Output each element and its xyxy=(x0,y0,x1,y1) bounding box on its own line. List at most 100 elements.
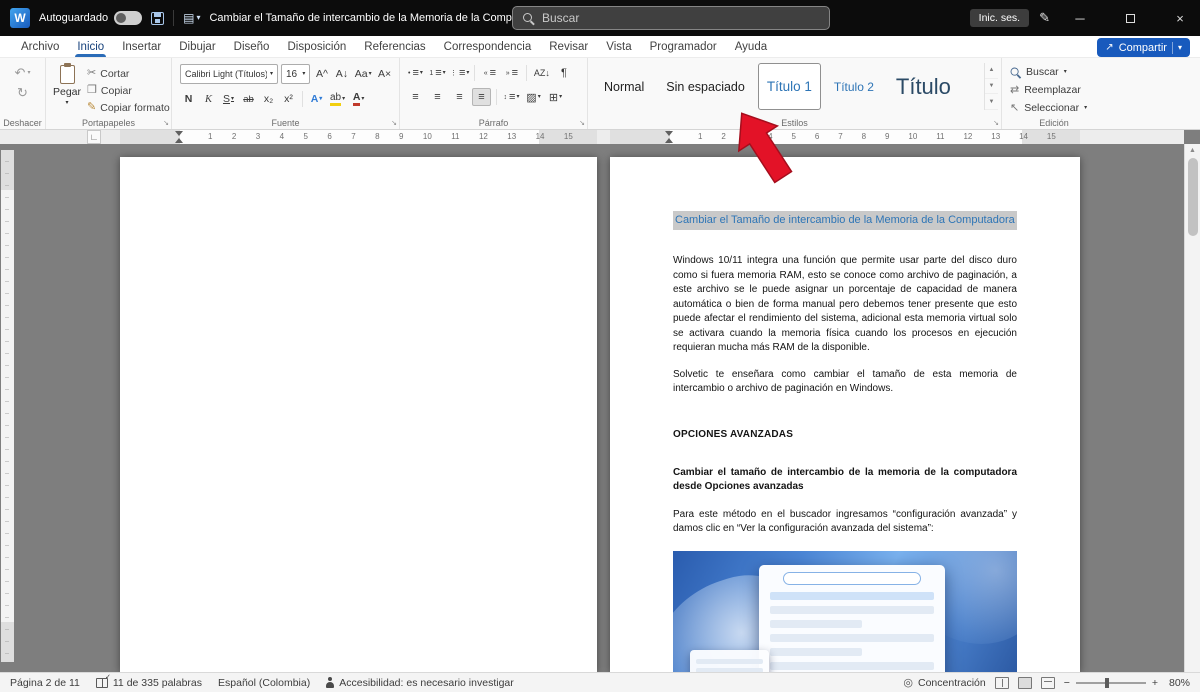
document-paragraph[interactable]: Solvetic te enseñara como cambiar el tam… xyxy=(673,368,1017,397)
subscript-button[interactable]: x₂ xyxy=(260,90,277,108)
ribbon-tab[interactable]: Correspondencia xyxy=(435,36,541,57)
document-paragraph[interactable]: Para este método en el buscador ingresam… xyxy=(673,508,1017,537)
ribbon-tab[interactable]: Insertar xyxy=(113,36,170,57)
print-layout-button[interactable] xyxy=(1017,676,1032,689)
paste-button[interactable]: Pegar ▾ xyxy=(53,63,81,115)
zoom-out-button[interactable]: − xyxy=(1064,677,1070,689)
document-paragraph-bold[interactable]: Cambiar el tamaño de intercambio de la m… xyxy=(673,466,1017,495)
replace-button[interactable]: ⇄ Reemplazar xyxy=(1010,83,1102,97)
ribbon-tab[interactable]: Vista xyxy=(597,36,640,57)
read-mode-button[interactable] xyxy=(994,676,1009,689)
editing-mode-icon[interactable]: ✎ xyxy=(1039,10,1050,26)
save-button[interactable] xyxy=(151,11,165,25)
justify-button[interactable]: ≡ xyxy=(472,88,491,106)
tab-stop-selector[interactable]: ∟ xyxy=(87,130,101,144)
ribbon-tab[interactable]: Ayuda xyxy=(726,36,776,57)
grow-font-button[interactable]: A^ xyxy=(313,65,330,83)
underline-button[interactable]: S ▾ xyxy=(220,90,237,108)
page-count-status[interactable]: Página 2 de 11 xyxy=(10,677,80,689)
bullets-button[interactable]: • ≡ ▾ xyxy=(406,64,425,82)
ruler-segment-page1[interactable]: 1 2 3 4 5 6 7 8 9 10 11 12 13 14 15 xyxy=(120,130,597,144)
document-canvas[interactable]: Cambiar el Tamaño de intercambio de la M… xyxy=(0,144,1184,672)
vertical-ruler[interactable] xyxy=(1,150,14,662)
vertical-scrollbar[interactable]: ▲ xyxy=(1184,144,1200,672)
maximize-button[interactable] xyxy=(1110,0,1150,36)
gallery-scroll-up-icon[interactable]: ▲ xyxy=(985,63,998,79)
increase-indent-button[interactable]: » ≡ xyxy=(502,64,521,82)
ribbon-tab[interactable]: Archivo xyxy=(12,36,68,57)
borders-button[interactable]: ⊞ ▾ xyxy=(546,88,565,106)
format-painter-button[interactable]: ✎ Copiar formato xyxy=(87,100,170,115)
ribbon-tab[interactable]: Inicio xyxy=(68,36,113,57)
font-color-button[interactable]: A ▾ xyxy=(350,90,367,108)
multilevel-list-button[interactable]: ⋮ ≡ ▾ xyxy=(450,64,469,82)
styles-gallery-scroll[interactable]: ▲ ▼ ▼ xyxy=(984,63,998,111)
ruler-segment-page2[interactable]: 1 2 3 4 5 6 7 8 9 10 11 12 13 14 15 xyxy=(610,130,1080,144)
indent-markers-icon[interactable] xyxy=(665,131,673,143)
accessibility-status[interactable]: Accesibilidad: es necesario investigar xyxy=(326,677,514,689)
close-button[interactable]: × xyxy=(1160,0,1200,36)
align-center-button[interactable]: ≡ xyxy=(428,88,447,106)
change-case-button[interactable]: Aa ▾ xyxy=(353,65,373,83)
shrink-font-button[interactable]: A↓ xyxy=(333,65,350,83)
autosave-toggle[interactable] xyxy=(114,11,143,25)
copy-button[interactable]: ❐ Copiar xyxy=(87,83,170,98)
zoom-in-button[interactable]: + xyxy=(1152,677,1158,689)
search-box[interactable]: Buscar xyxy=(512,6,830,30)
page-2[interactable]: Cambiar el Tamaño de intercambio de la M… xyxy=(610,157,1080,672)
superscript-button[interactable]: x² xyxy=(280,90,297,108)
scroll-up-icon[interactable]: ▲ xyxy=(1185,144,1200,154)
language-status[interactable]: Español (Colombia) xyxy=(218,677,310,689)
horizontal-ruler[interactable]: ∟ 1 2 3 4 5 6 7 8 9 10 11 12 13 14 15 1 2 3 4 5 6 7 8 9 10 11 12 1… xyxy=(0,130,1184,144)
line-spacing-button[interactable]: ↕ ≡ ▾ xyxy=(502,88,521,106)
font-size-combobox[interactable]: 16 ▾ xyxy=(281,64,311,84)
ribbon-tab[interactable]: Referencias xyxy=(355,36,434,57)
text-effects-button[interactable]: A ▾ xyxy=(308,90,325,108)
ribbon-tab[interactable]: Dibujar xyxy=(170,36,224,57)
document-paragraph[interactable]: Windows 10/11 integra una función que pe… xyxy=(673,254,1017,356)
web-layout-button[interactable] xyxy=(1040,676,1055,689)
indent-markers-icon[interactable] xyxy=(175,131,183,143)
undo-button[interactable]: ↶ ▾ xyxy=(15,66,31,79)
gallery-scroll-down-icon[interactable]: ▼ xyxy=(985,79,998,95)
decrease-indent-button[interactable]: «≡ xyxy=(480,64,499,82)
share-button[interactable]: ↗ Compartir ▾ xyxy=(1097,38,1190,57)
ribbon-tab[interactable]: Revisar xyxy=(540,36,597,57)
cut-button[interactable]: ✂ Cortar xyxy=(87,66,170,81)
bold-button[interactable]: N xyxy=(180,90,197,108)
page-1[interactable] xyxy=(120,157,597,672)
dialog-launcher-icon[interactable]: ↘ xyxy=(579,120,585,127)
strikethrough-button[interactable]: ab xyxy=(240,90,257,108)
highlight-color-button[interactable]: ab ▾ xyxy=(328,90,347,108)
document-heading-selected[interactable]: Cambiar el Tamaño de intercambio de la M… xyxy=(673,211,1017,230)
clear-formatting-button[interactable]: A× xyxy=(376,65,393,83)
word-logo-icon[interactable]: W xyxy=(10,8,30,28)
style-chip[interactable]: Sin espaciado xyxy=(657,63,754,110)
style-chip[interactable]: Título 2 xyxy=(825,63,883,110)
document-subheading[interactable]: OPCIONES AVANZADAS xyxy=(673,429,1017,440)
ribbon-tab[interactable]: Programador xyxy=(641,36,726,57)
dialog-launcher-icon[interactable]: ↘ xyxy=(391,120,397,127)
align-left-button[interactable]: ≡ xyxy=(406,88,425,106)
focus-mode-button[interactable]: ◎ Concentración xyxy=(903,676,985,690)
style-chip[interactable]: Título 1 xyxy=(757,63,821,110)
align-right-button[interactable]: ≡ xyxy=(450,88,469,106)
zoom-slider-thumb[interactable] xyxy=(1105,677,1110,688)
document-title-dropdown[interactable]: Cambiar el Tamaño de intercambio de la M… xyxy=(209,12,558,24)
numbering-button[interactable]: 1 ≡ ▾ xyxy=(428,64,447,82)
autosave-control[interactable]: Autoguardado xyxy=(39,11,143,25)
find-button[interactable]: Buscar ▾ xyxy=(1010,65,1102,79)
dialog-launcher-icon[interactable]: ↘ xyxy=(163,120,169,127)
dialog-launcher-icon[interactable]: ↘ xyxy=(993,120,999,127)
style-chip[interactable]: Título xyxy=(887,63,960,110)
show-paragraph-marks-button[interactable]: ¶ xyxy=(554,64,573,82)
style-chip[interactable]: Normal xyxy=(595,63,653,110)
select-button[interactable]: ↖ Seleccionar ▾ xyxy=(1010,101,1102,115)
sort-button[interactable]: AZ↓ xyxy=(532,64,551,82)
shading-button[interactable]: ▨ ▾ xyxy=(524,88,543,106)
redo-button[interactable]: ↻ xyxy=(17,86,28,99)
font-name-combobox[interactable]: Calibri Light (Títulos) ▾ xyxy=(180,64,278,84)
word-count-status[interactable]: 11 de 335 palabras xyxy=(95,673,202,689)
minimize-button[interactable]: ─ xyxy=(1060,0,1100,36)
ribbon-tab[interactable]: Diseño xyxy=(225,36,279,57)
